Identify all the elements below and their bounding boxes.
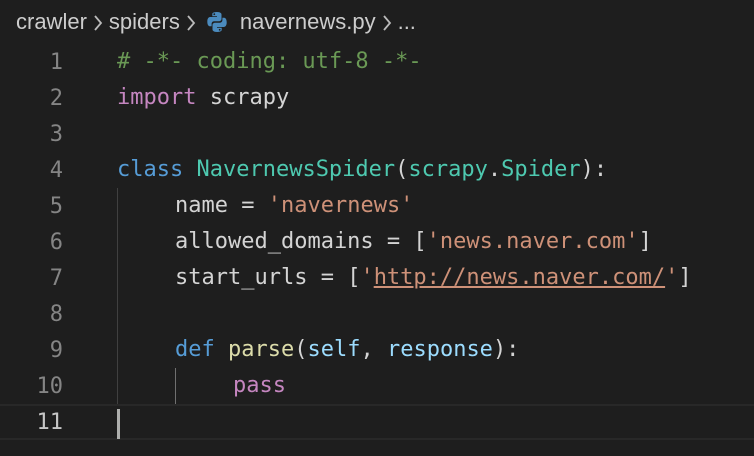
- string-token: 'navernews': [267, 193, 414, 218]
- punct-token: (: [294, 337, 308, 362]
- line-number: 5: [49, 193, 63, 219]
- operator-token: = [: [307, 265, 361, 290]
- line-number: 3: [49, 121, 63, 147]
- code-editor[interactable]: crawler spiders navernews.py ... 1 # -*-…: [0, 0, 754, 456]
- punct-token: ]: [638, 229, 652, 254]
- breadcrumb-spiders[interactable]: spiders: [109, 9, 180, 35]
- indent-guide: [117, 224, 118, 260]
- text-cursor: [117, 409, 120, 439]
- indent-guide: [117, 260, 118, 296]
- line-number: 8: [49, 301, 63, 327]
- line-number: 6: [49, 229, 63, 255]
- line-content: allowed_domains = ['news.naver.com']: [175, 224, 652, 260]
- breadcrumb-file[interactable]: navernews.py: [202, 9, 376, 35]
- operator-token: =: [227, 193, 268, 218]
- code-line-6[interactable]: 6 allowed_domains = ['news.naver.com']: [0, 224, 754, 260]
- line-content: class NavernewsSpider(scrapy.Spider):: [117, 152, 607, 188]
- line-content: name = 'navernews': [175, 188, 413, 224]
- breadcrumb-crawler[interactable]: crawler: [16, 9, 87, 35]
- line-content: start_urls = ['http://news.naver.com/']: [175, 260, 692, 296]
- line-content: def parse(self, response):: [175, 332, 519, 368]
- line-content: # -*- coding: utf-8 -*-: [117, 44, 422, 80]
- chevron-right-icon: [180, 9, 202, 35]
- line-number: 7: [49, 265, 63, 291]
- indent-guide: [117, 332, 118, 368]
- breadcrumb-ellipsis[interactable]: ...: [398, 9, 416, 35]
- code-line-8[interactable]: 8: [0, 296, 754, 332]
- punct-token: ]: [678, 265, 692, 290]
- code-line-1[interactable]: 1 # -*- coding: utf-8 -*-: [0, 44, 754, 80]
- line-number: 9: [49, 337, 63, 363]
- code-line-9[interactable]: 9 def parse(self, response):: [0, 332, 754, 368]
- function-name-token: parse: [228, 337, 295, 362]
- param-token: self: [307, 337, 361, 362]
- line-content: import scrapy: [117, 80, 289, 116]
- code-line-2[interactable]: 2 import scrapy: [0, 80, 754, 116]
- indent-guide: [117, 368, 118, 404]
- code-line-10[interactable]: 10 pass: [0, 368, 754, 404]
- python-icon: [206, 11, 228, 33]
- code-line-5[interactable]: 5 name = 'navernews': [0, 188, 754, 224]
- comment-token: # -*- coding: utf-8 -*-: [117, 49, 422, 74]
- quote-token: ': [665, 265, 679, 290]
- line-content: pass: [233, 368, 286, 404]
- url-link[interactable]: http://news.naver.com/: [374, 265, 665, 290]
- variable-token: name: [175, 193, 228, 218]
- punct-token: ):: [492, 337, 520, 362]
- module-token: scrapy: [209, 85, 290, 110]
- class-name-token: NavernewsSpider: [196, 157, 396, 182]
- variable-token: allowed_domains: [175, 229, 374, 254]
- line-number: 4: [49, 157, 63, 183]
- punct-token: ):: [580, 157, 608, 182]
- base-module-token: scrapy: [408, 157, 488, 182]
- string-token: 'news.naver.com': [426, 229, 639, 254]
- operator-token: = [: [373, 229, 427, 254]
- breadcrumb-filename: navernews.py: [239, 9, 376, 34]
- indent-guide-active: [175, 368, 176, 404]
- code-line-4[interactable]: 4 class NavernewsSpider(scrapy.Spider):: [0, 152, 754, 188]
- quote-token: ': [360, 265, 374, 290]
- keyword-token: pass: [233, 373, 286, 398]
- chevron-right-icon: [87, 9, 109, 35]
- line-number: 1: [49, 49, 63, 75]
- code-lines[interactable]: 1 # -*- coding: utf-8 -*- 2 import scrap…: [0, 44, 754, 440]
- indent-guide: [117, 188, 118, 224]
- keyword-token: class: [117, 157, 184, 182]
- chevron-right-icon: [376, 9, 398, 35]
- breadcrumb: crawler spiders navernews.py ...: [0, 0, 754, 44]
- punct-token: .: [487, 157, 502, 182]
- code-line-7[interactable]: 7 start_urls = ['http://news.naver.com/'…: [0, 260, 754, 296]
- punct-token: ,: [360, 337, 387, 362]
- keyword-token: import: [117, 85, 197, 110]
- indent-guide: [117, 296, 118, 332]
- code-line-11[interactable]: 11: [0, 404, 754, 440]
- keyword-token: def: [175, 337, 215, 362]
- line-number: 11: [36, 409, 64, 435]
- line-number: 10: [36, 373, 64, 399]
- variable-token: start_urls: [175, 265, 308, 290]
- base-class-token: Spider: [501, 157, 581, 182]
- punct-token: (: [395, 157, 409, 182]
- param-token: response: [386, 337, 493, 362]
- code-line-3[interactable]: 3: [0, 116, 754, 152]
- line-number: 2: [49, 85, 63, 111]
